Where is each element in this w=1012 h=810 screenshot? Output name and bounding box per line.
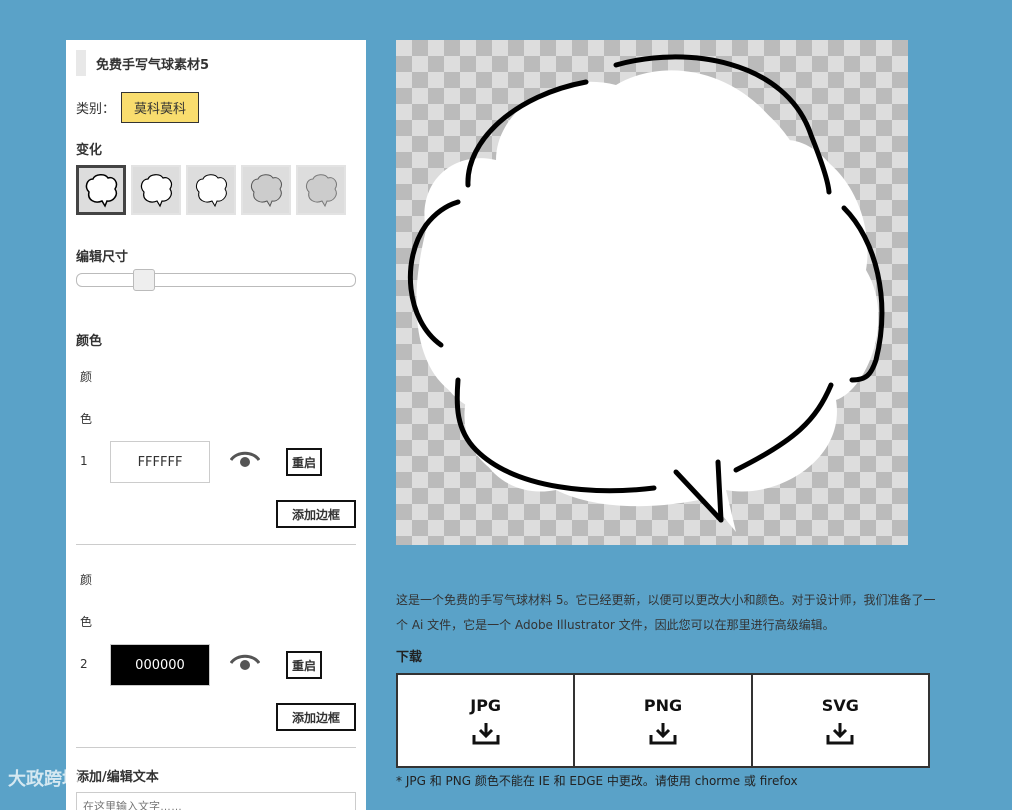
description-text: 这是一个免费的手写气球材料 5。它已经更新，以便可以更改大小和颜色。对于设计师，…	[396, 593, 936, 632]
download-jpg-label: JPG	[470, 696, 502, 715]
download-icon	[472, 723, 500, 745]
browser-note: * JPG 和 PNG 颜色不能在 IE 和 EDGE 中更改。请使用 chor…	[396, 774, 798, 788]
balloon-thumb-icon	[305, 174, 337, 208]
category-badge[interactable]: 莫科莫科	[121, 92, 200, 123]
color-2-reset-button[interactable]: 重启	[286, 651, 322, 679]
variant-label: 变化	[76, 143, 103, 158]
balloon-thumb-icon	[140, 174, 173, 208]
divider	[76, 544, 356, 545]
balloon-thumb-icon	[195, 174, 227, 208]
color-1-label-char: 色	[80, 412, 93, 426]
color-1-add-border-button[interactable]: 添加边框	[276, 500, 356, 528]
download-icon	[826, 723, 854, 745]
color-1-reset-button[interactable]: 重启	[286, 448, 322, 476]
preview-canvas	[396, 40, 908, 545]
download-svg-label: SVG	[821, 696, 859, 715]
text-edit-label: 添加/编辑文本	[76, 770, 159, 785]
category-label: 类别：	[76, 102, 116, 117]
download-png-button[interactable]: PNG	[575, 675, 753, 766]
color-1-label-num: 1	[80, 454, 88, 468]
variant-3[interactable]	[186, 165, 236, 215]
color-2-field[interactable]: 000000	[110, 644, 210, 686]
color-1-field[interactable]: FFFFFF	[110, 441, 210, 483]
category-row: 类别： 莫科莫科	[76, 92, 200, 123]
download-label: 下载	[396, 650, 423, 665]
download-jpg-button[interactable]: JPG	[398, 675, 576, 766]
color-1-label-char: 颜	[80, 370, 93, 384]
download-png-label: PNG	[643, 696, 683, 715]
watermark-logo: 大政跨境	[8, 769, 80, 790]
variant-1[interactable]	[76, 165, 126, 215]
variant-list	[76, 165, 346, 215]
color-2-label-num: 2	[80, 657, 88, 671]
color-label: 颜色	[76, 334, 103, 349]
balloon-thumb-icon	[250, 174, 282, 208]
size-slider-thumb[interactable]	[133, 269, 156, 291]
download-buttons: JPG PNG SVG	[396, 673, 930, 768]
download-icon	[649, 723, 677, 745]
variant-4[interactable]	[241, 165, 291, 215]
eye-icon[interactable]	[230, 653, 260, 673]
variant-2[interactable]	[131, 165, 181, 215]
color-2-add-border-button[interactable]: 添加边框	[276, 703, 356, 731]
size-label: 编辑尺寸	[76, 250, 129, 265]
color-2-label-char: 色	[80, 615, 93, 629]
color-2-label-char: 颜	[80, 573, 93, 587]
panel-title: 免费手写气球素材5	[96, 57, 210, 73]
download-svg-button[interactable]: SVG	[752, 675, 928, 766]
panel-title-bar: 免费手写气球素材5	[76, 50, 209, 76]
title-marker	[76, 50, 86, 76]
speech-balloon-image	[407, 54, 885, 532]
eye-icon[interactable]	[230, 450, 260, 470]
variant-5[interactable]	[296, 165, 346, 215]
editor-panel: 免费手写气球素材5 类别： 莫科莫科 变化 编辑尺寸 颜色 颜 色 1 FFFF…	[66, 40, 366, 810]
text-input[interactable]	[76, 792, 356, 810]
balloon-thumb-icon	[85, 174, 118, 208]
size-slider[interactable]	[76, 269, 356, 291]
divider	[76, 747, 356, 748]
